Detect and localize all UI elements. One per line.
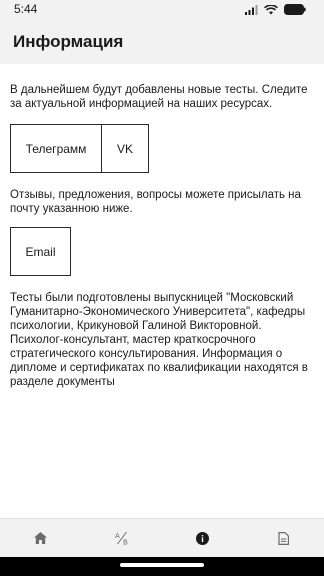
home-icon (34, 532, 47, 544)
nav-item-tests[interactable]: A B (81, 519, 162, 557)
feedback-text: Отзывы, предложения, вопросы можете прис… (10, 189, 301, 215)
bottom-navigation: A B (0, 518, 324, 557)
nav-item-info[interactable] (162, 519, 243, 557)
page-title: Информация (13, 32, 124, 51)
nav-item-documents[interactable] (243, 519, 324, 557)
wifi-icon (264, 4, 278, 14)
svg-text:B: B (123, 539, 128, 546)
info-icon (196, 531, 209, 545)
app-bar: Информация (0, 20, 324, 64)
about-text: Тесты были подготовлены выпускницей "Мос… (10, 292, 308, 388)
system-gesture-bar (0, 557, 324, 576)
svg-text:A: A (115, 532, 120, 540)
info-content: В дальнейшем будут добавлены новые тесты… (0, 64, 324, 518)
ab-test-icon: A B (115, 531, 128, 546)
status-time: 5:44 (14, 2, 38, 16)
document-icon (278, 531, 289, 545)
intro-text: В дальнейшем будут добавлены новые тесты… (10, 84, 308, 110)
nav-item-home[interactable] (0, 519, 81, 557)
status-icons (245, 4, 306, 15)
signal-icon (245, 4, 258, 15)
email-button[interactable]: Email (10, 227, 71, 276)
telegram-button[interactable]: Телеграмм (10, 124, 102, 173)
battery-icon (284, 4, 306, 15)
status-bar: 5:44 (0, 0, 324, 20)
vk-button[interactable]: VK (101, 124, 149, 173)
home-indicator[interactable] (120, 563, 204, 567)
